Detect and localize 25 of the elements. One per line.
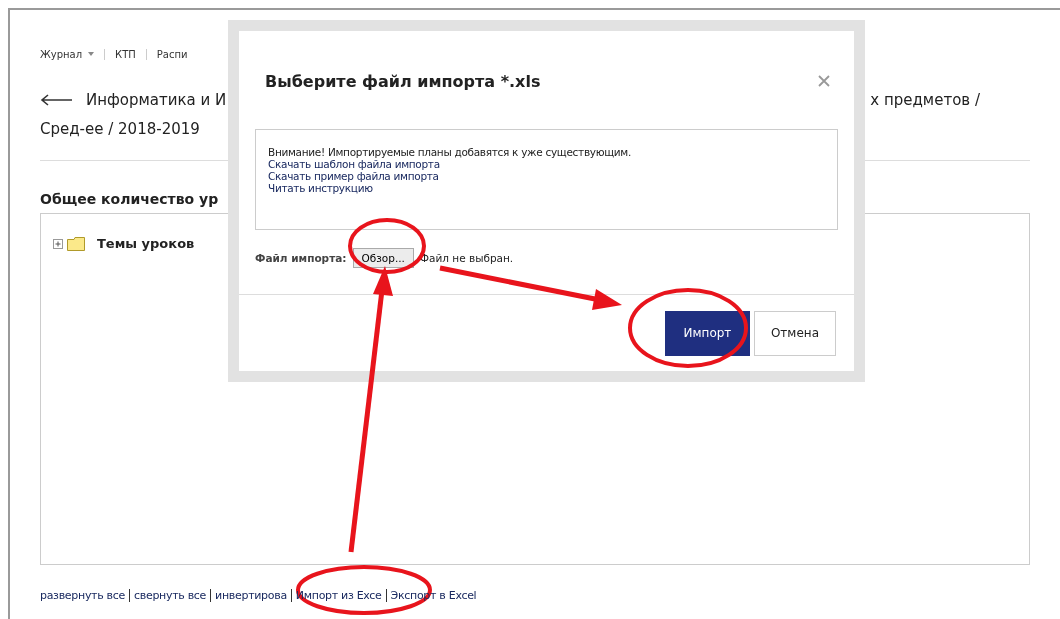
footer-link[interactable]: развернуть все [40, 589, 129, 602]
cancel-button[interactable]: Отмена [753, 310, 836, 356]
download-link[interactable]: Скачать шаблон файла импорта [268, 158, 825, 170]
dialog-title: Выберите файл импорта *.xls [265, 71, 541, 91]
info-text: Внимание! Импортируемые планы добавятся к уже существующим. [268, 146, 632, 158]
download-link[interactable]: Скачать пример файла импорта [268, 170, 825, 182]
file-status: Файл не выбран. [419, 252, 514, 264]
footer-link[interactable]: инвертирова [210, 589, 291, 602]
nav-menu-item[interactable]: КТП [104, 48, 146, 60]
breadcrumb-text: Информатика и И [86, 91, 227, 109]
close-icon[interactable] [818, 75, 830, 87]
file-label: Файл импорта: [255, 252, 347, 264]
section-title: Общее количество ур [40, 191, 220, 207]
back-arrow-icon[interactable] [40, 94, 72, 106]
nav-menu-item[interactable]: Журнал [40, 48, 105, 60]
nav-menu-item[interactable]: Распи [145, 48, 198, 60]
import-button[interactable]: Импорт [664, 310, 750, 356]
folder-icon [67, 236, 85, 251]
tree-item-label[interactable]: Темы уроков [97, 236, 195, 251]
breadcrumb-text: х предметов / [870, 91, 980, 109]
download-link[interactable]: Читать инструкцию [268, 182, 825, 194]
breadcrumb-text: Сред-ее / 2018-2019 [40, 120, 201, 138]
expand-icon[interactable] [53, 238, 63, 249]
footer-link[interactable]: свернуть все [129, 589, 211, 602]
browse-button[interactable]: Обзор... [352, 248, 414, 268]
